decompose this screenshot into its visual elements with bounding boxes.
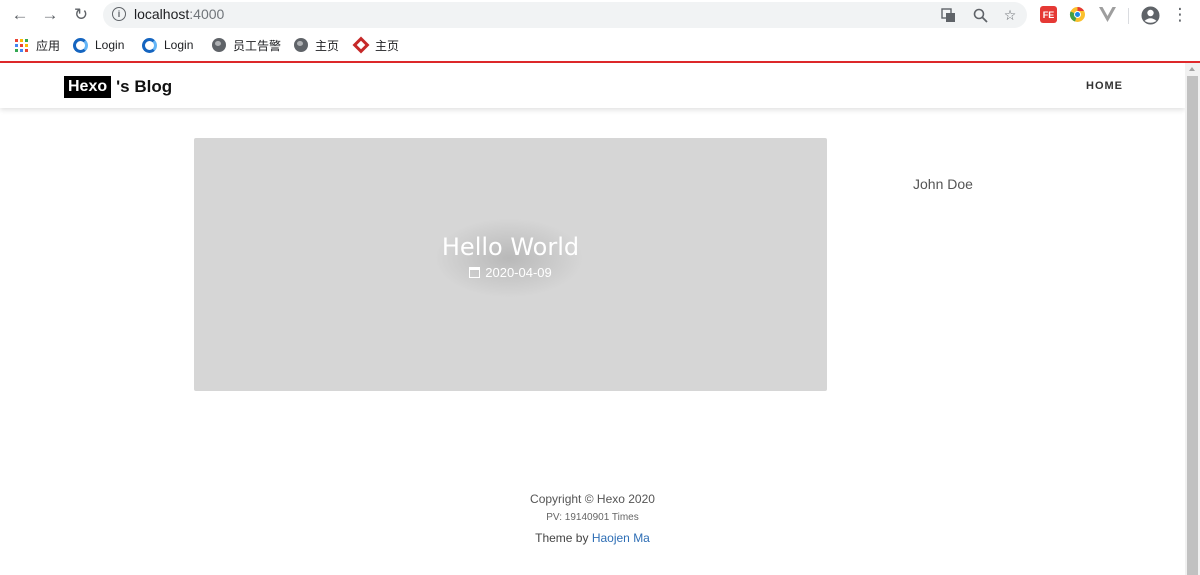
toolbar-divider bbox=[1128, 8, 1129, 24]
apps-grid-icon bbox=[14, 38, 29, 53]
post-date: 2020-04-09 bbox=[194, 265, 827, 280]
info-icon[interactable]: i bbox=[112, 7, 126, 21]
bookmark-employee-alert[interactable]: 员工告警 bbox=[211, 36, 281, 54]
zoom-icon[interactable] bbox=[971, 6, 989, 24]
bookmarks-bar: 应用 Login Login 员工告警 主页 主页 bbox=[0, 30, 1200, 60]
globe-icon bbox=[211, 38, 226, 53]
url-port: :4000 bbox=[189, 6, 225, 22]
theme-author-link[interactable]: Haojen Ma bbox=[592, 531, 650, 545]
bookmark-label: 员工告警 bbox=[233, 38, 282, 53]
bookmark-label: Login bbox=[164, 38, 194, 52]
chrome-extension-icon[interactable] bbox=[1069, 6, 1086, 23]
nav-home-link[interactable]: HOME bbox=[1086, 80, 1123, 92]
swirl-logo-icon bbox=[142, 37, 157, 53]
globe-icon bbox=[293, 38, 308, 53]
swirl-logo-icon bbox=[73, 37, 88, 53]
bookmark-label: 主页 bbox=[315, 38, 340, 53]
reload-icon[interactable]: ↻ bbox=[70, 4, 92, 26]
diamond-logo-icon bbox=[352, 36, 369, 54]
post-date-text: 2020-04-09 bbox=[485, 265, 552, 280]
sidebar-author: John Doe bbox=[913, 176, 973, 192]
menu-kebab-icon[interactable]: ⋮ bbox=[1169, 4, 1191, 26]
bookmark-home-2[interactable]: 主页 bbox=[352, 36, 400, 54]
theme-prefix: Theme by bbox=[535, 531, 592, 545]
fe-extension-icon[interactable]: FE bbox=[1040, 6, 1057, 23]
footer-theme-credit: Theme by Haojen Ma bbox=[0, 529, 1185, 547]
footer-copyright: Copyright © Hexo 2020 bbox=[530, 492, 655, 506]
url-text[interactable]: localhost:4000 bbox=[134, 6, 224, 22]
bookmark-label: Login bbox=[95, 38, 125, 52]
back-arrow-icon[interactable]: ← bbox=[9, 4, 31, 26]
post-card[interactable]: Hello World 2020-04-09 bbox=[194, 138, 827, 391]
page-viewport: Hexo 's Blog HOME Hello World 2020-04-09… bbox=[0, 61, 1200, 575]
bookmark-home-1[interactable]: 主页 bbox=[293, 36, 339, 54]
bookmark-label: 应用 bbox=[36, 38, 61, 53]
page-scrollbar[interactable] bbox=[1185, 63, 1200, 575]
footer-pv-counter: PV: 19140901 Times bbox=[546, 512, 639, 523]
address-bar[interactable]: i localhost:4000 ☆ bbox=[103, 2, 1027, 28]
brand-title: 's Blog bbox=[116, 77, 173, 96]
url-host: localhost bbox=[134, 6, 190, 22]
vue-extension-icon[interactable] bbox=[1099, 6, 1116, 23]
bookmark-login-1[interactable]: Login bbox=[73, 36, 124, 54]
bookmark-login-2[interactable]: Login bbox=[142, 36, 193, 54]
bookmark-apps[interactable]: 应用 bbox=[14, 36, 60, 54]
scroll-up-arrow-icon[interactable] bbox=[1189, 67, 1195, 71]
site-footer: Copyright © Hexo 2020 PV: 19140901 Times… bbox=[0, 490, 1185, 547]
bookmark-label: 主页 bbox=[375, 38, 400, 53]
site-brand[interactable]: Hexo 's Blog bbox=[64, 76, 172, 98]
calendar-icon bbox=[469, 267, 481, 278]
post-title[interactable]: Hello World bbox=[194, 233, 827, 261]
scrollbar-thumb[interactable] bbox=[1187, 76, 1198, 575]
translate-icon[interactable] bbox=[939, 6, 957, 24]
site-header: Hexo 's Blog HOME bbox=[0, 63, 1185, 108]
profile-avatar-icon[interactable] bbox=[1139, 4, 1161, 26]
brand-logo-box: Hexo bbox=[64, 76, 112, 98]
fe-extension-label: FE bbox=[1042, 9, 1055, 20]
browser-toolbar: ← → ↻ i localhost:4000 ☆ FE ⋮ bbox=[0, 0, 1200, 30]
bookmark-star-icon[interactable]: ☆ bbox=[1001, 6, 1019, 24]
forward-arrow-icon[interactable]: → bbox=[39, 4, 61, 26]
